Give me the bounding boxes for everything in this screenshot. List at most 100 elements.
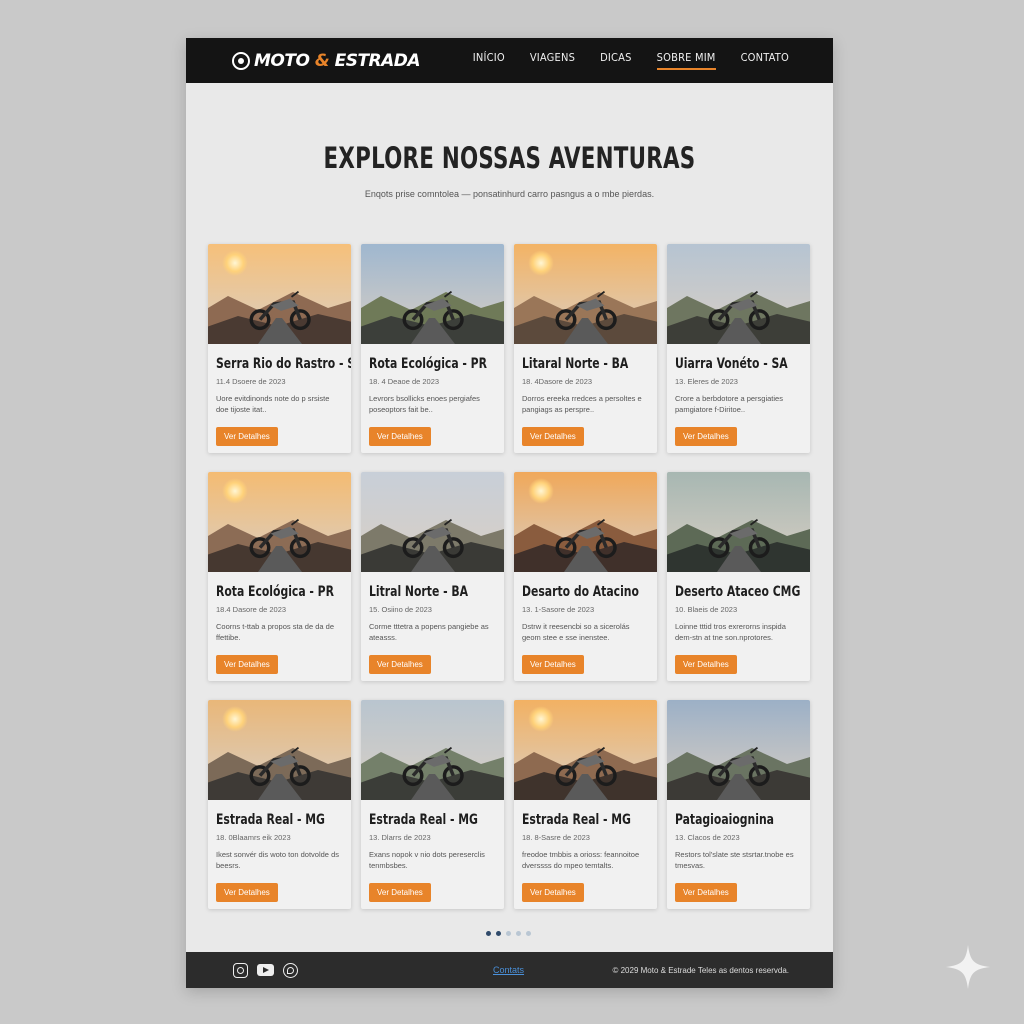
card-photo[interactable] xyxy=(667,700,810,800)
pagination-dot-2[interactable] xyxy=(496,931,501,936)
adventure-card[interactable]: Uiarra Vonéto - SA 13. Eleres de 2023 Cr… xyxy=(667,244,810,453)
motorcycle-icon xyxy=(402,518,464,559)
card-photo[interactable] xyxy=(208,700,351,800)
page: MOTO & ESTRADA INÍCIO VIAGENS DICAS SOBR… xyxy=(186,38,833,988)
whatsapp-icon[interactable] xyxy=(283,962,298,978)
pagination-dot-5[interactable] xyxy=(526,931,531,936)
card-description: Crore a berbdotore a persgiaties pamgiat… xyxy=(675,394,783,414)
sparkle-icon xyxy=(946,945,990,989)
adventure-card[interactable]: Serra Rio do Rastro - SC 11.4 Dsoere de … xyxy=(208,244,351,453)
nav-contato[interactable]: CONTATO xyxy=(741,51,789,70)
navbar: MOTO & ESTRADA INÍCIO VIAGENS DICAS SOBR… xyxy=(186,38,833,83)
card-body: Deserto Ataceo CMG 10. Blaeis de 2023 Lo… xyxy=(667,572,810,674)
card-description: Exans nopok v nio dots pereserclis tenmb… xyxy=(369,850,485,870)
ver-detalhes-button[interactable]: Ver Detalhes xyxy=(216,883,278,902)
nav-dicas[interactable]: DICAS xyxy=(600,51,632,70)
ver-detalhes-button[interactable]: Ver Detalhes xyxy=(216,655,278,674)
logo-wheel-icon xyxy=(232,51,250,70)
card-title[interactable]: Patagioaiognina xyxy=(675,812,784,828)
pagination-dot-3[interactable] xyxy=(506,931,511,936)
card-date: 18. 4 Deaoe de 2023 xyxy=(369,377,440,386)
motorcycle-icon xyxy=(555,746,617,787)
logo-text: MOTO & ESTRADA xyxy=(254,50,421,71)
nav-inicio[interactable]: INÍCIO xyxy=(473,51,505,70)
card-date: 11.4 Dsoere de 2023 xyxy=(216,377,286,386)
adventure-card[interactable]: Rota Ecológica - PR 18. 4 Deaoe de 2023 … xyxy=(361,244,504,453)
card-description: Coorns t-ttab a propos sta de da de ffet… xyxy=(216,622,334,642)
card-description: Levrors bsollicks enoes pergiafes poseop… xyxy=(369,394,480,414)
card-title[interactable]: Estrada Real - MG xyxy=(369,812,478,828)
card-description: Loinne tttid tros exrerorns inspida dem-… xyxy=(675,622,786,642)
card-date: 10. Blaeis de 2023 xyxy=(675,605,738,614)
ver-detalhes-button[interactable]: Ver Detalhes xyxy=(522,427,584,446)
adventure-card[interactable]: Estrada Real - MG 18. 8-Sasre de 2023 fr… xyxy=(514,700,657,909)
card-photo[interactable] xyxy=(361,700,504,800)
card-title[interactable]: Uiarra Vonéto - SA xyxy=(675,356,788,372)
motorcycle-icon xyxy=(249,290,311,331)
card-photo[interactable] xyxy=(514,700,657,800)
card-title[interactable]: Estrada Real - MG xyxy=(216,812,325,828)
logo[interactable]: MOTO & ESTRADA xyxy=(232,50,421,71)
card-body: Rota Ecológica - PR 18.4 Dasore de 2023 … xyxy=(208,572,351,674)
card-description: Dstrw it reesencbi so a sicerolás geom s… xyxy=(522,622,630,642)
card-photo[interactable] xyxy=(361,472,504,572)
card-photo[interactable] xyxy=(667,472,810,572)
ver-detalhes-button[interactable]: Ver Detalhes xyxy=(522,883,584,902)
ver-detalhes-button[interactable]: Ver Detalhes xyxy=(369,655,431,674)
card-date: 18. 8-Sasre de 2023 xyxy=(522,833,590,842)
nav-sobre-mim[interactable]: SOBRE MIM xyxy=(656,51,716,70)
nav-viagens[interactable]: VIAGENS xyxy=(530,51,575,70)
card-title[interactable]: Litaral Norte - BA xyxy=(522,356,631,372)
card-photo[interactable] xyxy=(208,244,351,344)
card-photo[interactable] xyxy=(514,244,657,344)
card-description: Restors tol'slate ste stsrtar.tnobe es t… xyxy=(675,850,794,870)
card-photo[interactable] xyxy=(208,472,351,572)
pagination-dots xyxy=(486,931,531,936)
adventure-card[interactable]: Patagioaiognina 13. Clacos de 2023 Resto… xyxy=(667,700,810,909)
card-body: Patagioaiognina 13. Clacos de 2023 Resto… xyxy=(667,800,810,902)
adventure-card[interactable]: Litaral Norte - BA 18. 4Dasore de 2023 D… xyxy=(514,244,657,453)
card-date: 13. Dlarrs de 2023 xyxy=(369,833,431,842)
adventure-card[interactable]: Deserto Ataceo CMG 10. Blaeis de 2023 Lo… xyxy=(667,472,810,681)
logo-word-moto: MOTO xyxy=(254,50,310,71)
adventure-card[interactable]: Litral Norte - BA 15. Osiino de 2023 Cor… xyxy=(361,472,504,681)
ver-detalhes-button[interactable]: Ver Detalhes xyxy=(675,427,737,446)
adventure-card[interactable]: Estrada Real - MG 18. 0Blaamrs eik 2023 … xyxy=(208,700,351,909)
ver-detalhes-button[interactable]: Ver Detalhes xyxy=(522,655,584,674)
card-title[interactable]: Serra Rio do Rastro - SC xyxy=(216,356,351,372)
footer-contact-link[interactable]: Contats xyxy=(493,965,524,975)
card-photo[interactable] xyxy=(667,244,810,344)
motorcycle-icon xyxy=(249,746,311,787)
card-date: 15. Osiino de 2023 xyxy=(369,605,432,614)
pagination-dot-4[interactable] xyxy=(516,931,521,936)
card-body: Litaral Norte - BA 18. 4Dasore de 2023 D… xyxy=(514,344,657,446)
card-title[interactable]: Litral Norte - BA xyxy=(369,584,478,600)
ver-detalhes-button[interactable]: Ver Detalhes xyxy=(216,427,278,446)
adventure-card[interactable]: Desarto do Atacino 13. 1-Sasore de 2023 … xyxy=(514,472,657,681)
card-photo[interactable] xyxy=(361,244,504,344)
card-description: Dorros ereeka rredces a persoltes e pang… xyxy=(522,394,642,414)
card-title[interactable]: Estrada Real - MG xyxy=(522,812,631,828)
ver-detalhes-button[interactable]: Ver Detalhes xyxy=(675,883,737,902)
footer: Contats © 2029 Moto & Estrade Teles as d… xyxy=(186,952,833,988)
adventure-card[interactable]: Estrada Real - MG 13. Dlarrs de 2023 Exa… xyxy=(361,700,504,909)
card-date: 18. 0Blaamrs eik 2023 xyxy=(216,833,291,842)
card-body: Uiarra Vonéto - SA 13. Eleres de 2023 Cr… xyxy=(667,344,810,446)
youtube-icon[interactable] xyxy=(257,964,274,976)
card-date: 18. 4Dasore de 2023 xyxy=(522,377,593,386)
motorcycle-icon xyxy=(402,746,464,787)
motorcycle-icon xyxy=(402,290,464,331)
ver-detalhes-button[interactable]: Ver Detalhes xyxy=(675,655,737,674)
card-title[interactable]: Rota Ecológica - PR xyxy=(369,356,487,372)
adventure-card[interactable]: Rota Ecológica - PR 18.4 Dasore de 2023 … xyxy=(208,472,351,681)
card-title[interactable]: Desarto do Atacino xyxy=(522,584,639,600)
card-title[interactable]: Rota Ecológica - PR xyxy=(216,584,334,600)
ver-detalhes-button[interactable]: Ver Detalhes xyxy=(369,427,431,446)
logo-ampersand: & xyxy=(314,50,330,71)
card-title[interactable]: Deserto Ataceo CMG xyxy=(675,584,800,600)
ver-detalhes-button[interactable]: Ver Detalhes xyxy=(369,883,431,902)
social-links xyxy=(233,962,298,978)
pagination-dot-1[interactable] xyxy=(486,931,491,936)
instagram-icon[interactable] xyxy=(233,962,248,978)
card-photo[interactable] xyxy=(514,472,657,572)
